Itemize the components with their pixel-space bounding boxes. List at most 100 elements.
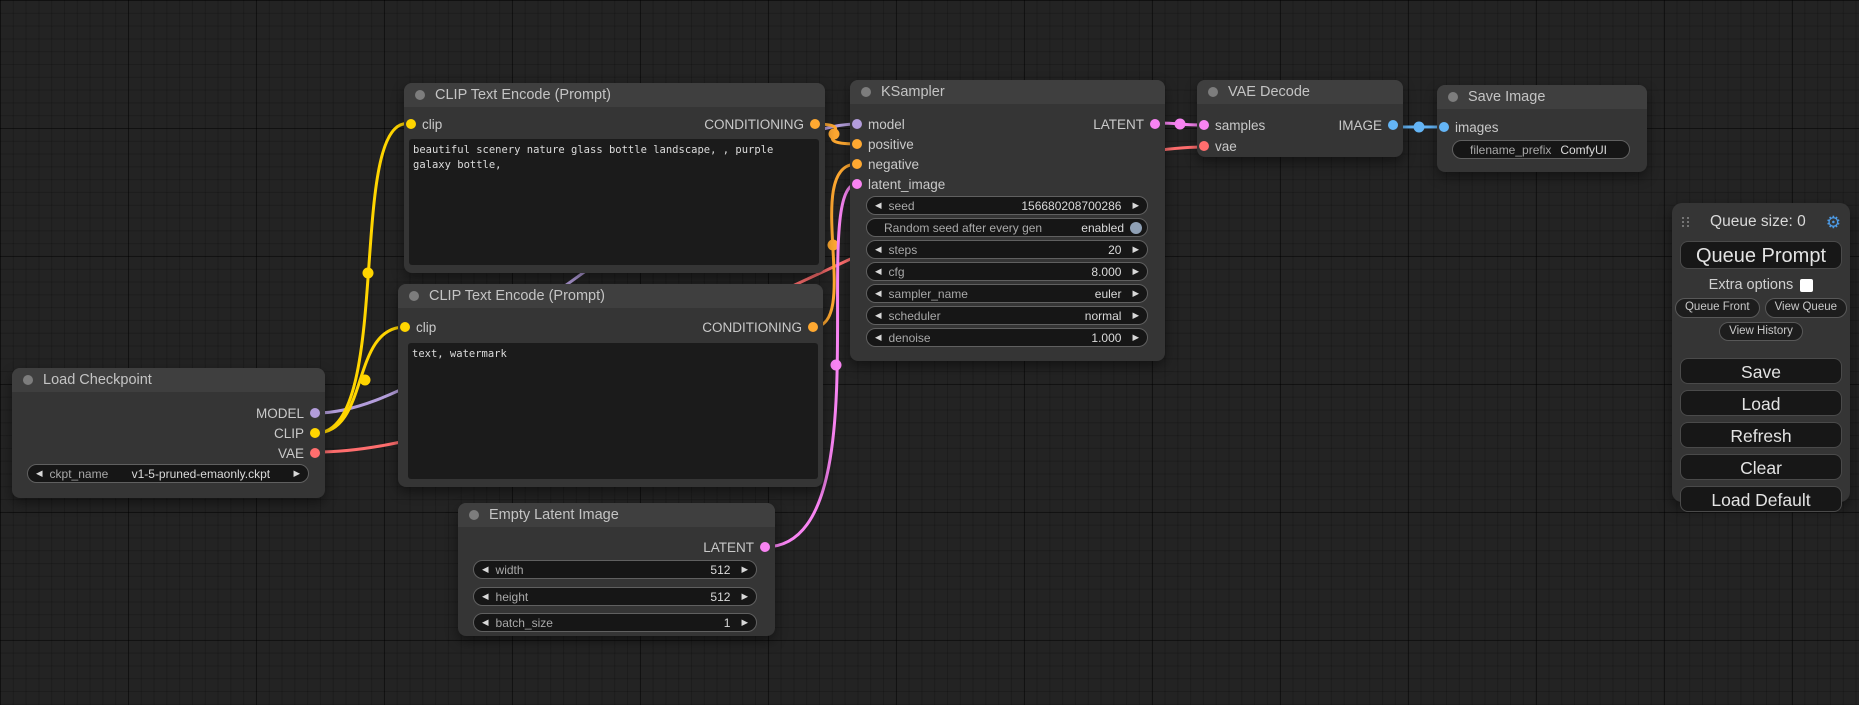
collapse-dot-icon[interactable] <box>415 90 425 100</box>
port-dot-latent-output[interactable] <box>760 542 770 552</box>
widget-value: euler <box>1095 287 1122 301</box>
queue-front-button[interactable]: Queue Front <box>1675 298 1760 318</box>
input-row-latent-image: latent_image <box>850 174 1165 194</box>
prompt-textarea[interactable]: beautiful scenery nature glass bottle la… <box>409 139 819 265</box>
port-dot-clip-input[interactable] <box>400 322 410 332</box>
refresh-button[interactable]: Refresh <box>1680 422 1842 448</box>
node-title-bar[interactable]: Load Checkpoint <box>12 368 325 392</box>
port-dot-conditioning-output[interactable] <box>810 119 820 129</box>
port-dot-images-input[interactable] <box>1439 122 1449 132</box>
port-dot-conditioning-output[interactable] <box>808 322 818 332</box>
node-vae-decode[interactable]: VAE Decode samples IMAGE vae <box>1197 80 1403 157</box>
output-label: LATENT <box>703 540 754 555</box>
comfyui-canvas[interactable]: { "icons": { "decrement": "◀", "incremen… <box>0 0 1859 705</box>
decrement-arrow-icon[interactable]: ◀ <box>36 469 43 478</box>
port-dot-positive-input[interactable] <box>852 139 862 149</box>
collapse-dot-icon[interactable] <box>469 510 479 520</box>
port-dot-vae[interactable] <box>310 448 320 458</box>
node-clip-text-encode-negative[interactable]: CLIP Text Encode (Prompt) clip CONDITION… <box>398 284 823 487</box>
widget-value: enabled <box>1081 221 1124 235</box>
save-button[interactable]: Save <box>1680 358 1842 384</box>
scheduler-widget[interactable]: ◀ scheduler normal ▶ <box>866 306 1148 325</box>
settings-gear-icon[interactable]: ⚙ <box>1826 214 1841 231</box>
port-dot-vae-input[interactable] <box>1199 141 1209 151</box>
queue-prompt-button[interactable]: Queue Prompt <box>1680 241 1842 269</box>
collapse-dot-icon[interactable] <box>409 291 419 301</box>
decrement-arrow-icon[interactable]: ◀ <box>482 618 489 627</box>
random-seed-toggle-widget[interactable]: Random seed after every gen enabled <box>866 218 1148 237</box>
seed-widget[interactable]: ◀ seed 156680208700286 ▶ <box>866 196 1148 215</box>
load-button[interactable]: Load <box>1680 390 1842 416</box>
decrement-arrow-icon[interactable]: ◀ <box>875 289 882 298</box>
extra-options-checkbox[interactable] <box>1800 279 1813 292</box>
increment-arrow-icon[interactable]: ▶ <box>1132 311 1139 320</box>
denoise-widget[interactable]: ◀ denoise 1.000 ▶ <box>866 328 1148 347</box>
view-queue-button[interactable]: View Queue <box>1765 298 1847 318</box>
node-title: Load Checkpoint <box>43 372 152 388</box>
port-dot-latent-image-input[interactable] <box>852 179 862 189</box>
height-widget[interactable]: ◀ height 512 ▶ <box>473 587 757 606</box>
clear-button[interactable]: Clear <box>1680 454 1842 480</box>
decrement-arrow-icon[interactable]: ◀ <box>875 267 882 276</box>
port-dot-model[interactable] <box>310 408 320 418</box>
decrement-arrow-icon[interactable]: ◀ <box>482 565 489 574</box>
node-title-bar[interactable]: Empty Latent Image <box>458 503 775 527</box>
node-title-bar[interactable]: VAE Decode <box>1197 80 1403 104</box>
steps-widget[interactable]: ◀ steps 20 ▶ <box>866 240 1148 259</box>
collapse-dot-icon[interactable] <box>1448 92 1458 102</box>
node-title-bar[interactable]: Save Image <box>1437 85 1647 109</box>
decrement-arrow-icon[interactable]: ◀ <box>875 311 882 320</box>
node-title: Empty Latent Image <box>489 507 619 523</box>
port-dot-clip[interactable] <box>310 428 320 438</box>
node-ksampler[interactable]: KSampler model LATENT positive negative … <box>850 80 1165 361</box>
node-title-bar[interactable]: CLIP Text Encode (Prompt) <box>398 284 823 308</box>
node-title-bar[interactable]: KSampler <box>850 80 1165 104</box>
port-dot-clip-input[interactable] <box>406 119 416 129</box>
increment-arrow-icon[interactable]: ▶ <box>1132 201 1139 210</box>
input-row-images: images <box>1437 117 1647 137</box>
collapse-dot-icon[interactable] <box>23 375 33 385</box>
node-empty-latent-image[interactable]: Empty Latent Image LATENT ◀ width 512 ▶ … <box>458 503 775 636</box>
increment-arrow-icon[interactable]: ▶ <box>741 592 748 601</box>
port-dot-samples-input[interactable] <box>1199 120 1209 130</box>
increment-arrow-icon[interactable]: ▶ <box>741 565 748 574</box>
widget-value: 512 <box>710 590 730 604</box>
collapse-dot-icon[interactable] <box>1208 87 1218 97</box>
node-clip-text-encode-positive[interactable]: CLIP Text Encode (Prompt) clip CONDITION… <box>404 83 825 273</box>
input-row-negative: negative <box>850 154 1165 174</box>
increment-arrow-icon[interactable]: ▶ <box>1132 245 1139 254</box>
node-title-bar[interactable]: CLIP Text Encode (Prompt) <box>404 83 825 107</box>
decrement-arrow-icon[interactable]: ◀ <box>875 333 882 342</box>
node-save-image[interactable]: Save Image images filename_prefix ComfyU… <box>1437 85 1647 172</box>
decrement-arrow-icon[interactable]: ◀ <box>482 592 489 601</box>
port-dot-negative-input[interactable] <box>852 159 862 169</box>
collapse-dot-icon[interactable] <box>861 87 871 97</box>
prompt-textarea[interactable]: text, watermark <box>408 343 818 479</box>
widget-label: ckpt_name <box>50 467 109 481</box>
output-label: MODEL <box>256 406 304 421</box>
node-title: CLIP Text Encode (Prompt) <box>429 288 605 304</box>
port-dot-latent-output[interactable] <box>1150 119 1160 129</box>
ckpt-name-widget[interactable]: ◀ ckpt_name v1-5-pruned-emaonly.ckpt ▶ <box>27 464 309 483</box>
decrement-arrow-icon[interactable]: ◀ <box>875 245 882 254</box>
port-dot-image-output[interactable] <box>1388 120 1398 130</box>
view-history-button[interactable]: View History <box>1719 322 1803 342</box>
cfg-widget[interactable]: ◀ cfg 8.000 ▶ <box>866 262 1148 281</box>
width-widget[interactable]: ◀ width 512 ▶ <box>473 560 757 579</box>
port-dot-model-input[interactable] <box>852 119 862 129</box>
node-load-checkpoint[interactable]: Load Checkpoint MODEL CLIP VAE ◀ ckpt_na… <box>12 368 325 498</box>
input-label: negative <box>868 157 919 172</box>
drag-handle-icon[interactable] <box>1682 217 1690 227</box>
increment-arrow-icon[interactable]: ▶ <box>1132 289 1139 298</box>
increment-arrow-icon[interactable]: ▶ <box>293 469 300 478</box>
batch-size-widget[interactable]: ◀ batch_size 1 ▶ <box>473 613 757 632</box>
decrement-arrow-icon[interactable]: ◀ <box>875 201 882 210</box>
toggle-enabled-icon[interactable] <box>1130 222 1142 234</box>
sampler-name-widget[interactable]: ◀ sampler_name euler ▶ <box>866 284 1148 303</box>
increment-arrow-icon[interactable]: ▶ <box>1132 267 1139 276</box>
load-default-button[interactable]: Load Default <box>1680 486 1842 512</box>
filename-prefix-widget[interactable]: filename_prefix ComfyUI <box>1452 140 1630 159</box>
widget-label: seed <box>889 199 915 213</box>
increment-arrow-icon[interactable]: ▶ <box>741 618 748 627</box>
increment-arrow-icon[interactable]: ▶ <box>1132 333 1139 342</box>
